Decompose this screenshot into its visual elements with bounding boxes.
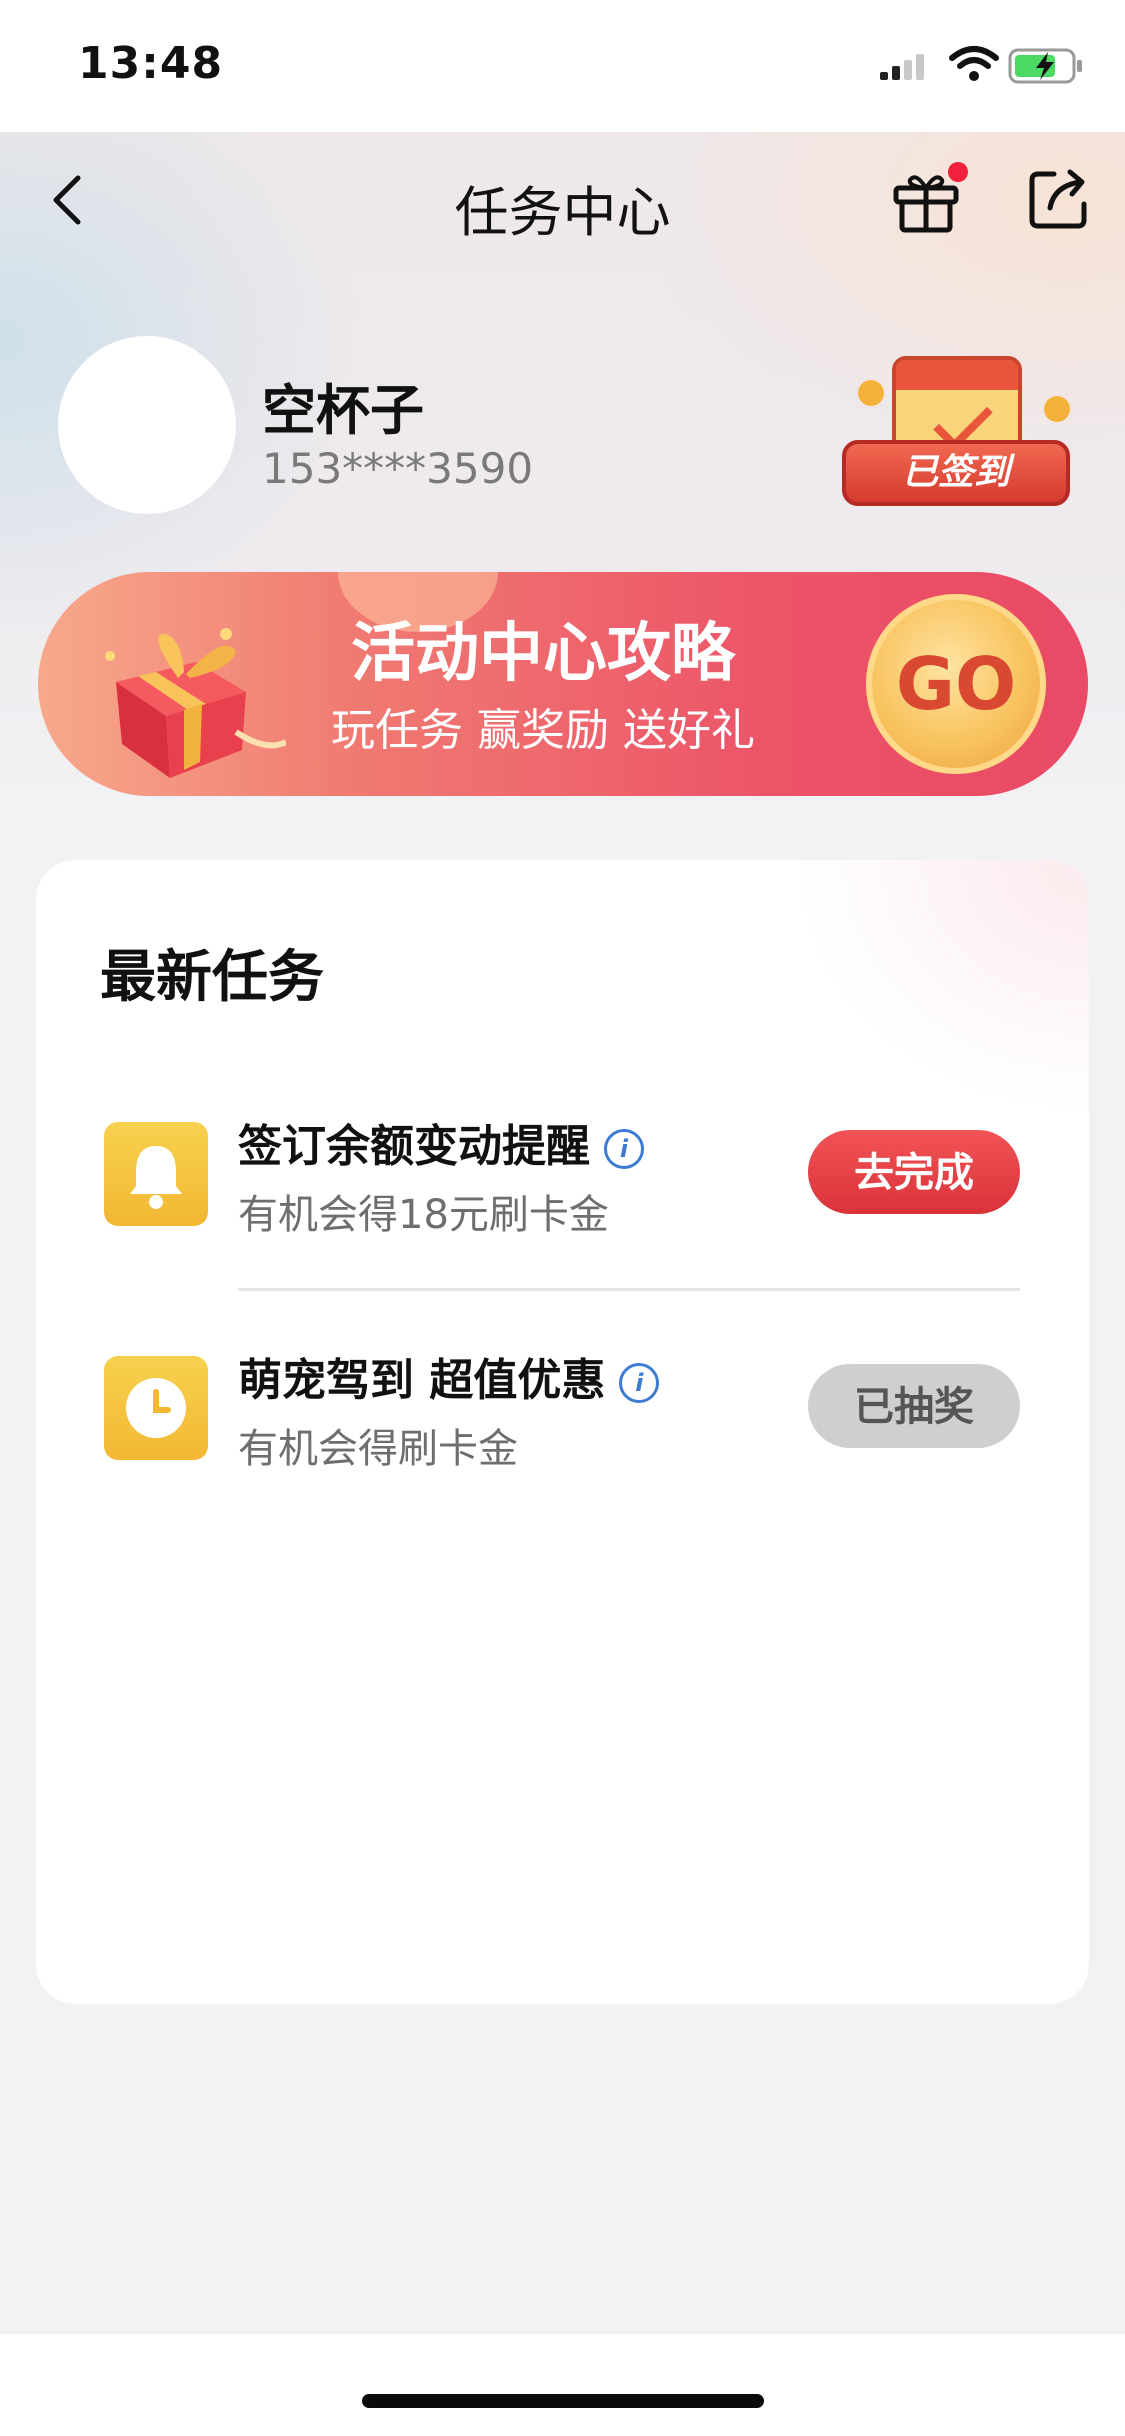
lottery-drawn-button[interactable]: 已抽奖 xyxy=(808,1364,1020,1448)
home-bar xyxy=(0,2334,1125,2436)
bell-icon xyxy=(104,1122,208,1226)
signal-icon xyxy=(880,54,924,80)
share-icon[interactable] xyxy=(1024,166,1092,234)
task-name: 萌宠驾到 超值优惠 i xyxy=(238,1344,660,1408)
complete-task-button[interactable]: 去完成 xyxy=(808,1130,1020,1214)
section-title: 最新任务 xyxy=(100,945,324,1010)
user-name: 空杯子 xyxy=(262,379,424,442)
notification-dot xyxy=(948,162,968,182)
task-description: 有机会得刷卡金 xyxy=(238,1426,518,1472)
battery-icon xyxy=(1008,48,1082,84)
task-name: 签订余额变动提醒 i xyxy=(238,1110,644,1174)
task-description: 有机会得18元刷卡金 xyxy=(238,1192,609,1238)
checkin-badge[interactable]: 已签到 xyxy=(836,356,1076,516)
checkin-badge-label: 已签到 xyxy=(842,440,1070,506)
clock-icon xyxy=(104,1356,208,1460)
home-indicator[interactable] xyxy=(362,2394,764,2408)
status-time: 13:48 xyxy=(78,38,224,89)
activity-guide-banner[interactable]: 活动中心攻略 玩任务 赢奖励 送好礼 GO xyxy=(38,572,1088,796)
coin-icon xyxy=(858,380,884,406)
status-bar: 13:48 xyxy=(0,0,1125,132)
go-button[interactable]: GO xyxy=(866,594,1046,774)
list-item: 签订余额变动提醒 i 有机会得18元刷卡金 去完成 xyxy=(36,1090,1089,1290)
user-phone: 153****3590 xyxy=(262,444,534,493)
info-icon[interactable]: i xyxy=(619,1363,660,1403)
list-item: 萌宠驾到 超值优惠 i 有机会得刷卡金 已抽奖 xyxy=(36,1324,1089,1524)
info-icon[interactable]: i xyxy=(604,1129,644,1169)
latest-tasks-card: 最新任务 签订余额变动提醒 i 有机会得18元刷卡金 去完成 萌宠驾到 超值优惠 i… xyxy=(36,860,1089,2004)
wifi-icon xyxy=(949,46,999,81)
coin-icon xyxy=(1044,396,1070,422)
gift-button[interactable] xyxy=(890,162,968,234)
avatar[interactable] xyxy=(58,336,236,514)
divider xyxy=(238,1288,1020,1291)
